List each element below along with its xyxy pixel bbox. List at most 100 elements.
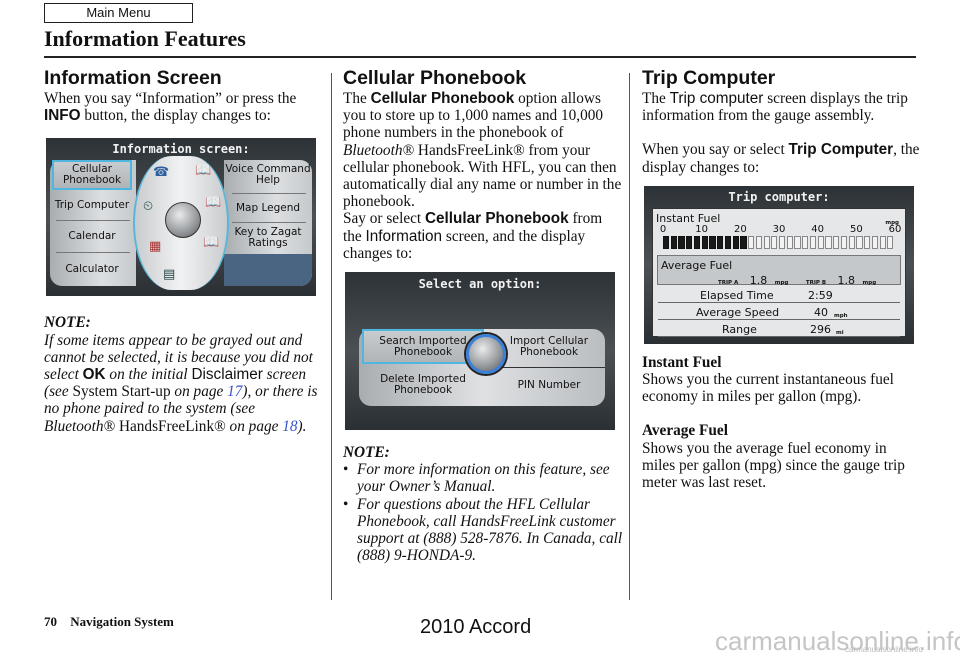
- gauge-segment-empty: [848, 235, 855, 249]
- watermark: carmanualsonline.info: [715, 626, 960, 655]
- trip-a-value: 1.8: [749, 273, 768, 287]
- trip-computer-keyword: Trip computer: [669, 90, 764, 107]
- gauge-segment-empty: [794, 235, 801, 249]
- row-unit: mi: [836, 329, 844, 336]
- gauge-segment-empty: [840, 235, 848, 249]
- average-fuel-description: Shows you the average fuel economy in mi…: [642, 439, 905, 492]
- zagat-book-icon: 📖: [203, 235, 220, 251]
- trip-a-label: TRIP A: [718, 279, 739, 286]
- gauge-segment-empty: [786, 235, 793, 249]
- info-button-keyword: INFO: [44, 107, 81, 125]
- trip-computer-icon: ⏲: [143, 199, 154, 215]
- information-keyword: Information: [365, 227, 443, 245]
- option-map-legend[interactable]: Map Legend: [224, 196, 312, 220]
- note-item: For more information on this feature, se…: [343, 461, 623, 495]
- empty-slot: [224, 254, 312, 287]
- option-divider: [232, 193, 306, 195]
- watermark-small: carmanualsonline.info: [845, 645, 923, 654]
- trip-b-value: 1.8: [837, 273, 856, 287]
- phonebook-screen-image: Select an option: Search Imported Phoneb…: [345, 272, 615, 431]
- main-menu-button[interactable]: Main Menu: [44, 3, 193, 23]
- cellular-phonebook-keyword: Cellular Phonebook: [424, 210, 569, 228]
- gauge-segment-empty: [817, 235, 824, 249]
- option-cellular-phonebook[interactable]: Cellular Phonebook: [52, 160, 132, 191]
- ok-keyword: OK: [82, 366, 106, 384]
- option-calendar[interactable]: Calendar: [50, 224, 134, 248]
- instruction-paragraph: Say or select Cellular Phonebook from th…: [343, 210, 623, 262]
- gauge-segment-empty: [879, 235, 886, 249]
- header-divider: [44, 56, 916, 58]
- trip-computer-keyword: Trip Computer: [788, 141, 894, 159]
- section-heading: Cellular Phonebook: [343, 67, 527, 89]
- gauge-segment-filled: [678, 235, 685, 249]
- section-heading: Trip Computer: [642, 67, 776, 89]
- page-link-18[interactable]: 18: [282, 418, 297, 435]
- gauge-segment-filled: [663, 235, 670, 249]
- column-divider: [331, 73, 332, 600]
- option-pin-number[interactable]: PIN Number: [493, 368, 605, 402]
- option-calculator[interactable]: Calculator: [50, 256, 134, 282]
- cellular-phonebook-keyword: Cellular Phonebook: [370, 90, 515, 107]
- trip-panel: Instant Fuel mpg 0 10 20 30 40 50 60 Average F…: [652, 207, 906, 337]
- gauge-segment-empty: [779, 235, 786, 249]
- selector-knob[interactable]: [466, 334, 506, 375]
- fuel-scale: 0 10 20 30 40 50 60: [660, 221, 902, 235]
- page-link-17[interactable]: 17: [227, 383, 242, 400]
- trip-b-label: TRIP B: [805, 279, 827, 286]
- instant-fuel-heading: Instant Fuel: [642, 353, 722, 371]
- gauge-segment-empty: [887, 235, 894, 249]
- system-startup-ref: System Start-up: [72, 383, 171, 401]
- trip-row-average-speed: Average Speed 40 mph: [658, 304, 900, 320]
- text: button, the display changes to:: [80, 107, 271, 125]
- option-delete-imported-phonebook[interactable]: Delete Imported Phonebook: [362, 368, 484, 402]
- trip-b-unit: mpg: [862, 279, 877, 286]
- text: The: [343, 90, 371, 107]
- disclaimer-keyword: Disclaimer: [191, 366, 263, 384]
- calendar-icon: ▦: [149, 239, 162, 255]
- option-trip-computer[interactable]: Trip Computer: [50, 193, 134, 217]
- row-value: 296: [810, 322, 831, 336]
- page-footer: 70 Navigation System: [44, 614, 174, 630]
- text: When you say or select: [642, 141, 789, 159]
- gauge-segment-empty: [763, 235, 770, 249]
- column-divider: [629, 73, 630, 600]
- gauge-segment-filled: [724, 235, 732, 249]
- option-key-to-zagat-ratings[interactable]: Key to Zagat Ratings: [224, 224, 312, 252]
- text: on page: [170, 383, 228, 401]
- voice-help-book-icon: 📖: [195, 163, 212, 179]
- gauge-segment-filled: [693, 235, 701, 249]
- option-import-cellular-phonebook[interactable]: Import Cellular Phonebook: [493, 329, 605, 364]
- option-divider: [232, 222, 306, 224]
- gauge-segment-filled: [701, 235, 708, 249]
- gauge-segment-empty: [864, 235, 871, 249]
- model-label: 2010 Accord: [420, 616, 532, 638]
- gauge-segment-empty: [771, 235, 778, 249]
- map-legend-book-icon: 📖: [205, 195, 222, 211]
- trip-row-elapsed-time: Elapsed Time 2:59: [658, 287, 900, 303]
- note-list: For more information on this feature, se…: [343, 461, 623, 564]
- instant-fuel-description: Shows you the current instantaneous fuel…: [642, 371, 894, 406]
- note-label: NOTE:: [44, 314, 91, 332]
- row-label: Elapsed Time: [700, 288, 774, 302]
- information-screen-image: Information screen: Cellular Phonebook T…: [46, 138, 316, 297]
- text: ).: [297, 417, 307, 435]
- screen-title: Select an option:: [418, 277, 542, 292]
- selector-knob[interactable]: [165, 202, 201, 239]
- option-voice-command-help[interactable]: Voice Command Help: [224, 160, 312, 190]
- row-value: 2:59: [808, 288, 833, 302]
- option-divider: [56, 220, 130, 222]
- average-fuel-heading: Average Fuel: [642, 422, 728, 440]
- gauge-segment-filled: [732, 235, 739, 249]
- gauge-segment-filled: [740, 235, 747, 249]
- text: on page: [225, 417, 283, 435]
- icon-wheel: ☎ 📖 ⏲ 📖 ▦ 📖 ▤: [133, 156, 229, 291]
- text: Say or select: [343, 210, 425, 228]
- text: The: [642, 90, 670, 107]
- instruction-paragraph: When you say or select Trip Computer, th…: [642, 141, 922, 175]
- row-value: 40: [814, 305, 828, 319]
- gauge-segment-empty: [856, 235, 863, 249]
- note-label: NOTE:: [343, 444, 390, 462]
- gauge-segment-filled: [686, 235, 693, 249]
- trip-computer-screen-image: Trip computer: Instant Fuel mpg 0 10 20 30 4…: [644, 185, 914, 344]
- average-fuel-box: Average Fuel TRIP A 1.8 mpg TRIP B 1.8 m…: [657, 254, 901, 287]
